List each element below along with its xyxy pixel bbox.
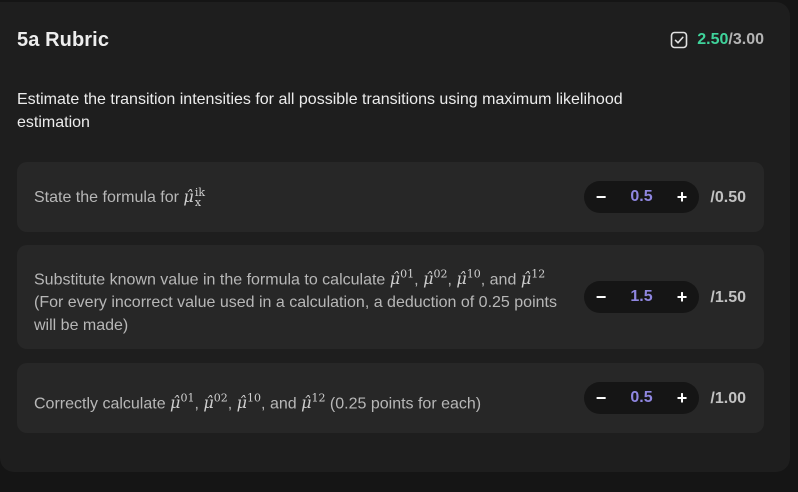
math-symbol: μ̂ <box>236 393 248 413</box>
increment-button[interactable]: + <box>675 382 689 414</box>
points-max: /0.50 <box>710 189 746 206</box>
math-mu-hat: μ̂12 <box>520 268 546 289</box>
criterion-2-text: Substitute known value in the formula to… <box>34 263 569 337</box>
math-symbol: μ̂ <box>203 393 214 413</box>
decrement-button[interactable]: − <box>594 281 608 313</box>
criterion-text: (For every incorrect value used in a cal… <box>34 294 557 335</box>
checkbox-checked-icon <box>670 31 688 49</box>
math-symbol: μ̂ <box>456 269 467 289</box>
points-stepper: − 1.5 + <box>584 281 699 313</box>
math-mu-hat: μ̂12 <box>301 392 326 413</box>
rubric-title: 5a Rubric <box>17 29 110 51</box>
math-mu-hat: μ̂10 <box>456 268 481 289</box>
points-value[interactable]: 0.5 <box>630 188 652 206</box>
math-symbol: μ̂ <box>389 269 401 289</box>
criterion-1: State the formula for μ̂ ik x − 0.5 + /0.5… <box>17 162 764 232</box>
decrement-button[interactable]: − <box>594 382 608 414</box>
separator: , and <box>480 271 517 289</box>
points-stepper: − 0.5 + <box>584 382 699 414</box>
criterion-1-text: State the formula for μ̂ ik x <box>34 185 205 209</box>
rubric-score: 2.50 /3.00 <box>670 31 764 49</box>
criterion-3-text: Correctly calculate μ̂01, μ̂02, μ̂10, an… <box>34 387 481 415</box>
math-superscript: 10 <box>466 268 481 281</box>
rubric-card: 5a Rubric 2.50 /3.00 Estimate the transi… <box>0 2 790 472</box>
math-symbol: μ̂ <box>170 393 181 413</box>
math-symbol: μ̂ <box>423 269 434 289</box>
separator: , <box>227 395 237 413</box>
separator: , and <box>261 395 302 413</box>
points-value[interactable]: 1.5 <box>630 288 652 306</box>
criterion-2: Substitute known value in the formula to… <box>17 245 764 349</box>
increment-button[interactable]: + <box>675 181 689 213</box>
math-mu-hat: μ̂02 <box>203 392 228 413</box>
points-max: /1.00 <box>710 390 746 407</box>
criterion-3: Correctly calculate μ̂01, μ̂02, μ̂10, an… <box>17 363 764 433</box>
score-total: /3.00 <box>728 31 764 48</box>
math-superscript: 02 <box>433 268 448 281</box>
math-symbol: μ̂ <box>183 187 194 206</box>
points-stepper: − 0.5 + <box>584 181 699 213</box>
math-mu-hat: μ̂02 <box>423 268 448 289</box>
math-subscript: x <box>194 195 202 209</box>
math-mu-hat: μ̂10 <box>236 392 262 413</box>
criterion-text: Correctly calculate <box>34 395 171 413</box>
score-earned: 2.50 <box>697 31 729 48</box>
math-symbol: μ̂ <box>520 269 532 289</box>
question-text: Estimate the transition intensities for … <box>17 91 623 131</box>
points-max: /1.50 <box>710 289 746 306</box>
math-superscript: 12 <box>531 268 546 281</box>
math-superscript: 10 <box>247 392 262 405</box>
math-superscript: 01 <box>400 268 415 281</box>
criterion-text: State the formula for <box>34 189 184 206</box>
separator: , <box>414 271 424 289</box>
math-superscript: 12 <box>311 392 326 405</box>
math-superscript: 02 <box>213 392 228 405</box>
points-value[interactable]: 0.5 <box>630 389 652 407</box>
increment-button[interactable]: + <box>675 281 689 313</box>
separator: , <box>194 395 204 413</box>
criterion-text: (0.25 points for each) <box>325 395 482 413</box>
math-mu-hat: μ̂01 <box>389 268 415 289</box>
math-mu-hat: μ̂01 <box>170 392 195 413</box>
math-superscript: 01 <box>180 392 195 405</box>
math-symbol: μ̂ <box>301 393 312 413</box>
math-mu-hat: μ̂ ik x <box>183 187 205 209</box>
criterion-text: Substitute known value in the formula to… <box>34 271 390 289</box>
decrement-button[interactable]: − <box>594 181 608 213</box>
